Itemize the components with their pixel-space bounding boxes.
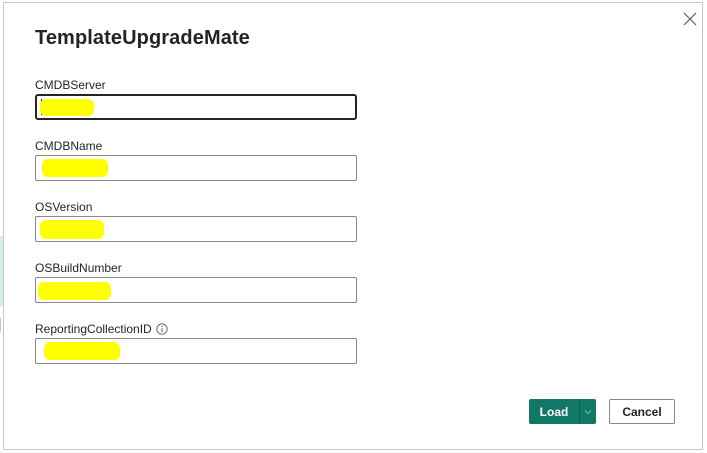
cmdbname-label-text: CMDBName <box>35 139 103 153</box>
osversion-label: OSVersion <box>35 200 92 214</box>
cancel-button[interactable]: Cancel <box>609 399 675 424</box>
load-button[interactable]: Load <box>529 399 579 424</box>
close-button[interactable] <box>680 9 700 29</box>
page: TemplateUpgradeMate CMDBServer CMDBName … <box>0 0 707 453</box>
reportingcollectionid-label: ReportingCollectionID <box>35 322 168 336</box>
chevron-down-icon <box>584 409 592 414</box>
reportingcollectionid-label-text: ReportingCollectionID <box>35 322 152 336</box>
osversion-input[interactable] <box>35 216 357 242</box>
dialog-title: TemplateUpgradeMate <box>35 27 250 49</box>
osbuildnumber-input[interactable] <box>35 277 357 303</box>
cmdbserver-label: CMDBServer <box>35 78 106 92</box>
load-split-button: Load <box>529 399 596 424</box>
cmdbserver-label-text: CMDBServer <box>35 78 106 92</box>
reportingcollectionid-input[interactable] <box>35 338 357 364</box>
load-options-button[interactable] <box>579 399 596 424</box>
close-icon <box>683 12 697 26</box>
info-icon[interactable] <box>156 323 168 335</box>
cmdbserver-input[interactable] <box>35 94 357 120</box>
cmdbname-label: CMDBName <box>35 139 102 153</box>
parameters-dialog: TemplateUpgradeMate CMDBServer CMDBName … <box>3 2 703 450</box>
osbuildnumber-label-text: OSBuildNumber <box>35 261 122 275</box>
text-caret <box>41 99 42 115</box>
osversion-label-text: OSVersion <box>35 200 93 214</box>
osbuildnumber-label: OSBuildNumber <box>35 261 122 275</box>
cmdbname-input[interactable] <box>35 155 357 181</box>
